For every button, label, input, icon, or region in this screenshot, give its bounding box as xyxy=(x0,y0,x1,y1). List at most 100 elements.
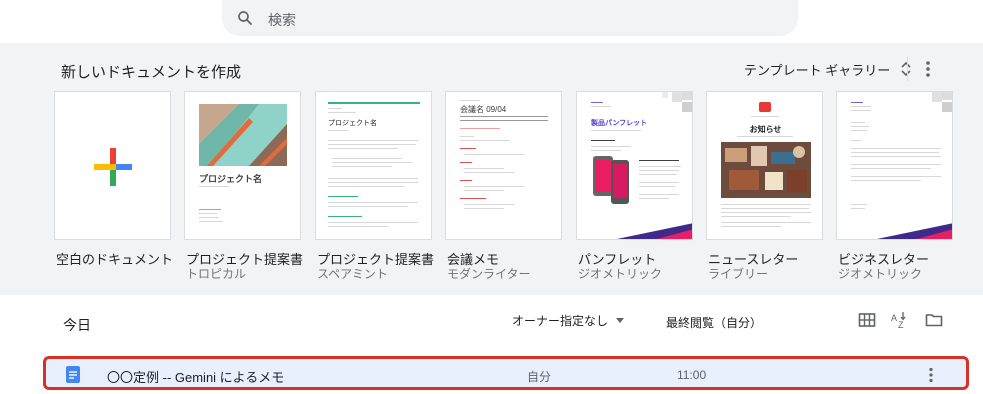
corner-pattern xyxy=(662,92,692,112)
text-line xyxy=(851,110,871,111)
text-line xyxy=(591,130,641,131)
svg-text:A: A xyxy=(891,313,897,323)
search-box[interactable]: 検索 xyxy=(222,0,798,36)
template-card-business-letter[interactable]: ビジネスレター ジオメトリック xyxy=(836,91,953,281)
template-card-blank[interactable]: 空白のドキュメント xyxy=(54,91,173,267)
rule-line xyxy=(460,116,548,117)
docs-file-icon xyxy=(66,366,80,383)
text-line xyxy=(639,198,669,199)
more-options-icon[interactable] xyxy=(926,367,936,383)
text-line xyxy=(460,180,472,181)
template-style: ジオメトリック xyxy=(838,267,923,281)
document-title[interactable]: 〇〇定例 -- Gemini によるメモ xyxy=(107,367,284,386)
template-thumbnail[interactable] xyxy=(54,91,171,240)
text-line xyxy=(591,102,603,103)
text-line xyxy=(332,166,392,167)
text-line xyxy=(199,217,219,218)
text-line xyxy=(460,162,472,163)
template-card-brochure[interactable]: 製品パンフレット パンフレット ジオメトリック xyxy=(576,91,693,281)
text-line xyxy=(328,222,418,223)
text-line xyxy=(328,226,388,227)
text-line xyxy=(721,226,781,227)
more-options-icon[interactable] xyxy=(920,60,936,78)
template-card-proposal-tropical[interactable]: プロジェクト名 プロジェクト提案書 トロピカル xyxy=(184,91,303,281)
search-icon xyxy=(238,11,252,25)
text-line xyxy=(851,208,865,209)
template-thumbnail[interactable]: プロジェクト名 xyxy=(315,91,432,240)
text-line xyxy=(328,140,418,141)
text-line xyxy=(328,144,416,145)
text-line xyxy=(721,208,809,209)
thumb-title: 製品パンフレット xyxy=(591,120,648,127)
document-owner: 自分 xyxy=(527,370,552,384)
text-line xyxy=(851,106,871,107)
text-line xyxy=(721,212,811,213)
text-line xyxy=(328,186,404,187)
text-line xyxy=(199,221,223,222)
footer-band xyxy=(617,223,692,239)
text-line xyxy=(851,168,931,169)
owner-filter-dropdown[interactable]: オーナー指定なし xyxy=(512,312,625,329)
template-thumbnail[interactable]: プロジェクト名 xyxy=(184,91,301,240)
text-line xyxy=(464,172,514,173)
text-line xyxy=(851,122,865,123)
document-row[interactable]: 〇〇定例 -- Gemini によるメモ 自分 11:00 xyxy=(43,356,969,390)
thumb-title: プロジェクト名 xyxy=(199,174,263,184)
template-thumbnail[interactable]: お知らせ xyxy=(706,91,823,240)
text-line xyxy=(639,194,679,195)
text-line xyxy=(851,148,941,149)
text-line xyxy=(328,196,358,197)
text-line xyxy=(639,186,675,187)
text-line xyxy=(591,106,611,107)
sort-label[interactable]: 最終閲覧（自分） xyxy=(666,314,762,331)
text-line xyxy=(328,130,348,131)
grid-view-icon[interactable] xyxy=(858,311,876,329)
text-line xyxy=(199,186,229,187)
text-line xyxy=(464,190,504,191)
text-line xyxy=(751,116,779,117)
template-card-meeting-notes[interactable]: 会議名 09/04 会議メモ モダンライター xyxy=(445,91,562,281)
text-line xyxy=(464,208,504,209)
template-section: 新しいドキュメントを作成 テンプレート ギャラリー 空白のドキュメント プロジェ… xyxy=(0,43,983,295)
text-line xyxy=(328,148,398,149)
rule-line xyxy=(460,120,548,121)
thumb-title: お知らせ xyxy=(749,125,782,134)
text-line xyxy=(199,209,221,210)
text-line xyxy=(737,136,793,137)
template-card-proposal-spearmint[interactable]: プロジェクト名 プロジェクト提案書 スペアミント xyxy=(315,91,434,281)
template-style: ジオメトリック xyxy=(578,267,663,281)
folder-icon[interactable] xyxy=(925,311,943,329)
text-line xyxy=(721,216,791,217)
thumb-title: プロジェクト名 xyxy=(328,120,377,127)
sort-az-icon[interactable]: AZ xyxy=(890,311,908,329)
text-line xyxy=(328,206,408,207)
text-line xyxy=(721,222,811,223)
text-line xyxy=(639,166,681,167)
svg-text:Z: Z xyxy=(898,320,904,329)
text-line xyxy=(460,100,480,101)
text-line xyxy=(851,140,861,141)
text-line xyxy=(460,198,486,199)
template-style: ライブリー xyxy=(708,267,769,281)
photo-image xyxy=(721,142,811,198)
dropdown-arrow-icon xyxy=(616,318,625,323)
template-style: モダンライター xyxy=(447,267,531,281)
text-line xyxy=(591,140,615,141)
text-line xyxy=(464,154,524,155)
documents-header: 今日 オーナー指定なし 最終閲覧（自分） AZ xyxy=(0,295,983,345)
template-thumbnail[interactable]: 製品パンフレット xyxy=(576,91,693,240)
template-gallery-button[interactable]: テンプレート ギャラリー xyxy=(744,58,912,80)
text-line xyxy=(464,186,524,187)
text-line xyxy=(332,158,402,159)
text-line xyxy=(639,160,679,161)
template-card-newsletter[interactable]: お知らせ ニュースレター ライブリー xyxy=(706,91,823,281)
search-input[interactable]: 検索 xyxy=(268,10,296,30)
text-line xyxy=(721,204,811,205)
template-thumbnail[interactable]: 会議名 09/04 xyxy=(445,91,562,240)
text-line xyxy=(639,170,679,171)
thumb-title: 会議名 09/04 xyxy=(460,105,507,114)
template-thumbnail[interactable] xyxy=(836,91,953,240)
text-line xyxy=(328,108,342,109)
text-line xyxy=(460,140,510,141)
owner-filter-label: オーナー指定なし xyxy=(512,314,609,328)
